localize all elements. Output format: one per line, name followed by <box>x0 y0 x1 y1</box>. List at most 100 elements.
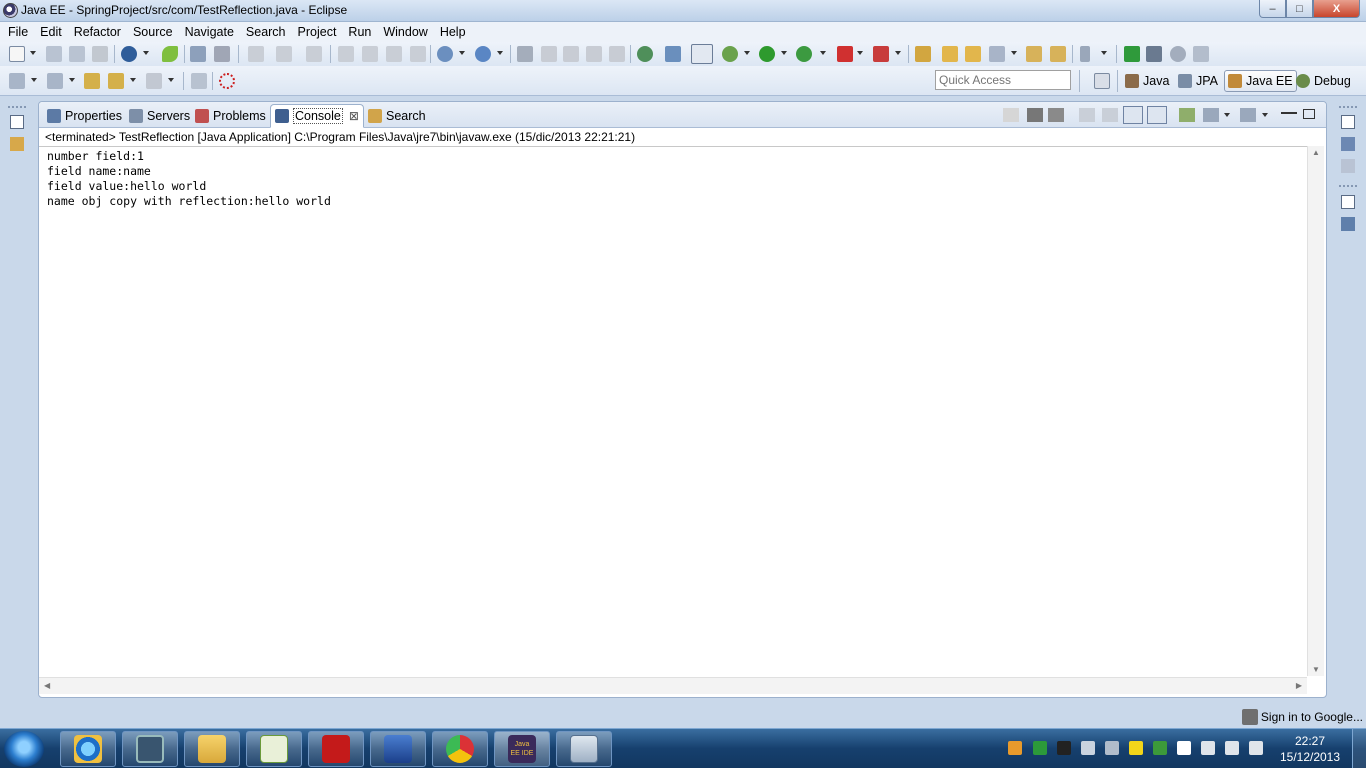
chevron-down-icon[interactable] <box>31 78 37 82</box>
menu-edit[interactable]: Edit <box>34 22 68 42</box>
next-annotation-icon[interactable] <box>586 46 602 62</box>
open-task-icon[interactable] <box>541 46 557 62</box>
menu-search[interactable]: Search <box>240 22 292 42</box>
suspend-icon[interactable] <box>362 46 378 62</box>
perspective-debug[interactable]: Debug <box>1293 70 1354 92</box>
show-desktop-button[interactable] <box>1352 729 1366 768</box>
maximize-button[interactable]: □ <box>1286 0 1313 18</box>
skip-breakpoints-icon[interactable] <box>338 46 354 62</box>
remove-all-icon[interactable] <box>1048 108 1064 122</box>
tray-app-icon[interactable] <box>1033 741 1047 755</box>
taskbar-remote[interactable] <box>122 731 178 767</box>
window-title-bar[interactable]: Java EE - SpringProject/src/com/TestRefl… <box>0 0 1366 22</box>
web-service-icon[interactable] <box>121 46 137 62</box>
pin-console-icon[interactable] <box>1179 108 1195 122</box>
terminate-icon[interactable] <box>1003 108 1019 122</box>
run-last-icon[interactable] <box>1124 46 1140 62</box>
save-all-icon[interactable] <box>69 46 85 62</box>
wifi-signal-icon[interactable] <box>1225 741 1239 755</box>
mark-occurrences-icon[interactable] <box>214 46 230 62</box>
restore-icon[interactable] <box>1341 115 1355 129</box>
trim-handle[interactable] <box>1339 106 1357 109</box>
menu-project[interactable]: Project <box>292 22 343 42</box>
menu-refactor[interactable]: Refactor <box>68 22 127 42</box>
publish-icon[interactable] <box>873 46 889 62</box>
maximize-view-icon[interactable] <box>1303 109 1315 119</box>
new-java-class-icon[interactable] <box>475 46 491 62</box>
spring-icon[interactable] <box>162 46 178 62</box>
prev-annotation-icon[interactable] <box>609 46 625 62</box>
task-list-icon[interactable] <box>1341 159 1355 173</box>
chevron-down-icon[interactable] <box>820 51 826 55</box>
volume-icon[interactable] <box>1249 741 1263 755</box>
terminate-icon[interactable] <box>386 46 402 62</box>
tab-search[interactable]: Search <box>364 105 430 127</box>
chevron-down-icon[interactable] <box>744 51 750 55</box>
quick-access-input[interactable] <box>935 70 1071 90</box>
scroll-down-icon[interactable]: ▼ <box>1312 665 1320 674</box>
open-console-icon[interactable] <box>1240 108 1256 122</box>
perspective-javaee[interactable]: Java EE <box>1224 70 1297 92</box>
tray-app-icon[interactable] <box>1129 741 1143 755</box>
google-drive-icon[interactable] <box>1153 741 1167 755</box>
taskbar-calculator[interactable] <box>556 731 612 767</box>
spinner-icon[interactable] <box>219 73 235 89</box>
taskbar-ie[interactable] <box>60 731 116 767</box>
trim-handle[interactable] <box>8 106 26 109</box>
tray-app-icon[interactable] <box>1057 741 1071 755</box>
open-project-icon[interactable] <box>965 46 981 62</box>
chevron-down-icon[interactable] <box>130 78 136 82</box>
tab-problems[interactable]: Problems <box>191 105 270 127</box>
chevron-down-icon[interactable] <box>69 78 75 82</box>
taskbar-adobe[interactable] <box>308 731 364 767</box>
vertical-scrollbar[interactable]: ▲ ▼ <box>1307 146 1324 676</box>
customize-icon[interactable] <box>1080 46 1090 62</box>
chevron-down-icon[interactable] <box>1262 113 1268 117</box>
tab-properties[interactable]: Properties <box>43 105 126 127</box>
system-clock[interactable]: 22:27 15/12/2013 <box>1275 733 1345 765</box>
tray-app-icon[interactable] <box>1008 741 1022 755</box>
taskbar-chrome[interactable] <box>432 731 488 767</box>
disconnect-icon[interactable] <box>410 46 426 62</box>
menu-source[interactable]: Source <box>127 22 179 42</box>
chevron-down-icon[interactable] <box>1011 51 1017 55</box>
trim-handle[interactable] <box>1339 185 1357 188</box>
redo-icon[interactable] <box>276 46 292 62</box>
chevron-down-icon[interactable] <box>459 51 465 55</box>
new-icon[interactable] <box>9 46 25 62</box>
console-output[interactable]: number field:1 field name:name field val… <box>39 146 1307 676</box>
new-folder-icon[interactable] <box>915 46 931 62</box>
sync-icon[interactable] <box>665 46 681 62</box>
show-stdout-icon[interactable] <box>1123 106 1143 124</box>
stop-server-icon[interactable] <box>837 46 853 62</box>
debug-icon[interactable] <box>722 46 738 62</box>
taskbar-explorer[interactable] <box>184 731 240 767</box>
outline-icon[interactable] <box>1341 137 1355 151</box>
save-icon[interactable] <box>46 46 62 62</box>
open-perspective-icon[interactable] <box>1094 73 1110 89</box>
menu-window[interactable]: Window <box>377 22 433 42</box>
search-tool-icon[interactable] <box>989 46 1005 62</box>
chevron-down-icon[interactable] <box>143 51 149 55</box>
horizontal-scrollbar[interactable]: ◀ ▶ <box>39 677 1307 694</box>
chevron-down-icon[interactable] <box>1224 113 1230 117</box>
chevron-down-icon[interactable] <box>857 51 863 55</box>
pin-editor-icon[interactable] <box>691 44 713 64</box>
new-server-icon[interactable] <box>437 46 453 62</box>
undo-icon[interactable] <box>248 46 264 62</box>
chevron-down-icon[interactable] <box>1101 51 1107 55</box>
remove-launch-icon[interactable] <box>1027 108 1043 122</box>
print-icon[interactable] <box>92 46 108 62</box>
chevron-down-icon[interactable] <box>895 51 901 55</box>
open-type-icon[interactable] <box>517 46 533 62</box>
tab-servers[interactable]: Servers <box>125 105 194 127</box>
chevron-down-icon[interactable] <box>30 51 36 55</box>
menu-help[interactable]: Help <box>434 22 472 42</box>
external-tools-icon[interactable] <box>796 46 812 62</box>
last-edit-icon[interactable] <box>47 73 63 89</box>
taskbar-eclipse[interactable]: Java EE IDE <box>494 731 550 767</box>
next-edit-icon[interactable] <box>9 73 25 89</box>
perspective-java[interactable]: Java <box>1122 70 1172 92</box>
display-console-icon[interactable] <box>1203 108 1219 122</box>
coverage-icon[interactable] <box>1170 46 1186 62</box>
